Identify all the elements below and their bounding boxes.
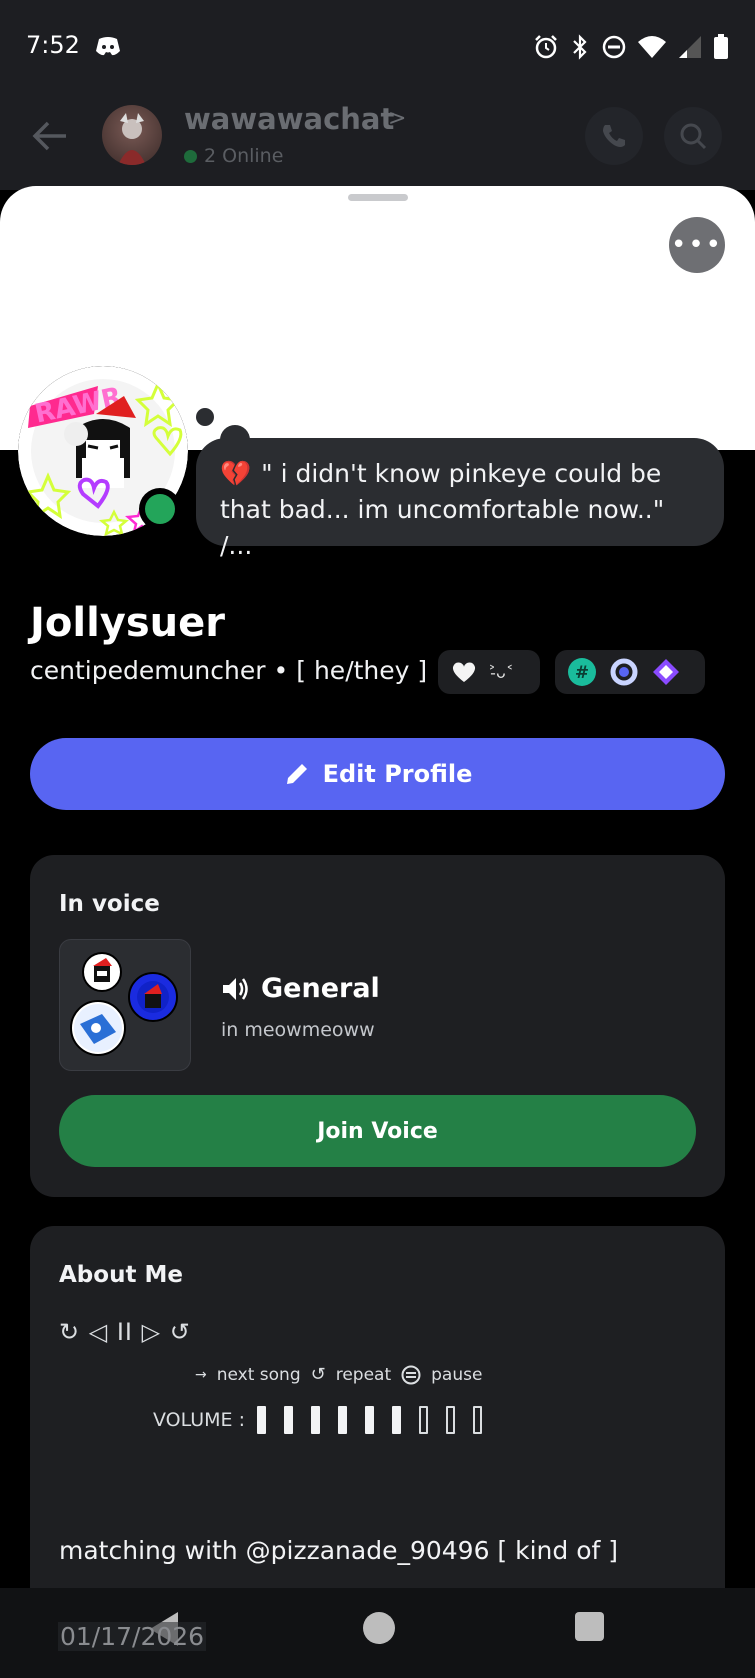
participant-avatar xyxy=(82,952,122,992)
server-tag-text: ˃̵ᴗ˂ xyxy=(488,662,514,682)
online-count: 2 Online xyxy=(184,145,283,167)
quest-badge-icon[interactable] xyxy=(651,657,681,687)
dnd-icon xyxy=(602,35,626,59)
hashtag-badge-icon[interactable]: # xyxy=(567,657,597,687)
pronouns: [ he/they ] xyxy=(296,656,428,685)
volume-bar-empty xyxy=(446,1406,456,1434)
chat-avatar[interactable] xyxy=(102,105,162,165)
volume-bar-empty xyxy=(473,1406,483,1434)
signal-icon xyxy=(679,36,701,58)
search-button[interactable] xyxy=(664,107,722,165)
voice-channel-name: General xyxy=(261,973,380,1004)
volume-row: VOLUME : xyxy=(153,1406,483,1434)
edit-profile-label: Edit Profile xyxy=(322,760,473,788)
volume-bar-filled xyxy=(365,1406,375,1434)
battery-icon xyxy=(714,34,728,59)
status-time: 7:52 xyxy=(26,31,80,59)
volume-bar-filled xyxy=(392,1406,402,1434)
custom-status-text: " i didn't know pinkeye could be that ba… xyxy=(220,459,665,560)
more-options-button[interactable]: ••• xyxy=(669,217,725,273)
wifi-icon xyxy=(638,36,666,58)
volume-bar-empty xyxy=(419,1406,429,1434)
participant-avatar xyxy=(70,1000,126,1056)
pencil-icon xyxy=(286,764,307,784)
chat-header: wawawachat > 2 Online xyxy=(0,90,755,190)
arrow-right-icon: → xyxy=(195,1366,207,1383)
discord-icon xyxy=(96,37,120,56)
voice-participants[interactable] xyxy=(59,939,191,1071)
legend-next: next song xyxy=(216,1364,301,1385)
about-me-text: matching with @pizzanade_90496 [ kind of… xyxy=(59,1536,619,1565)
chevron-right-icon[interactable]: > xyxy=(388,106,406,131)
player-legend: → next song ↺ repeat pause xyxy=(195,1364,482,1385)
phone-icon xyxy=(603,125,625,147)
back-arrow-icon[interactable] xyxy=(30,116,70,156)
volume-bars xyxy=(257,1406,483,1434)
username: centipedemuncher xyxy=(30,656,266,685)
username-row: centipedemuncher • [ he/they ] xyxy=(30,656,427,685)
online-dot-icon xyxy=(184,149,197,163)
drag-handle[interactable] xyxy=(348,194,408,201)
server-tag[interactable]: ˃̵ᴗ˂ xyxy=(438,650,540,694)
voice-channel[interactable]: General xyxy=(221,973,380,1004)
nav-home-icon[interactable] xyxy=(363,1612,395,1644)
nitro-badge-icon[interactable] xyxy=(607,657,641,687)
speaker-icon xyxy=(223,977,248,1000)
pause-circle-icon xyxy=(401,1365,421,1384)
legend-pause: pause xyxy=(431,1364,483,1385)
ellipsis-icon: ••• xyxy=(670,230,723,260)
volume-bar-filled xyxy=(257,1406,267,1434)
in-voice-card: In voice General in meowmeoww Join Voice xyxy=(30,855,725,1197)
call-button[interactable] xyxy=(585,107,643,165)
voice-server-name: in meowmeoww xyxy=(221,1019,375,1041)
online-count-label: 2 Online xyxy=(204,145,284,167)
volume-bar-filled xyxy=(311,1406,321,1434)
nav-recents-icon[interactable] xyxy=(575,1612,604,1641)
legend-repeat: repeat xyxy=(335,1364,392,1385)
badges: # xyxy=(555,650,705,694)
player-controls: ↻ ◁ II ▷ ↺ xyxy=(59,1318,191,1346)
thought-dot xyxy=(196,408,214,426)
status-bar: 7:52 xyxy=(0,0,755,90)
profile-sheet: ••• RAWR 💔 " i didn't know pinkeye could … xyxy=(0,186,755,1678)
participant-avatar xyxy=(128,972,178,1022)
alarm-icon xyxy=(535,35,557,59)
volume-bar-filled xyxy=(338,1406,348,1434)
about-me-title: About Me xyxy=(59,1262,183,1288)
svg-text:#: # xyxy=(575,663,589,683)
join-voice-button[interactable]: Join Voice xyxy=(59,1095,696,1167)
in-voice-title: In voice xyxy=(59,891,160,917)
status-icons xyxy=(533,30,729,64)
date-overlay: 01/17/2026 xyxy=(58,1622,207,1651)
white-heart-icon xyxy=(452,662,476,682)
volume-label: VOLUME : xyxy=(153,1409,246,1431)
display-name: Jollysuer xyxy=(30,600,225,646)
bluetooth-icon xyxy=(573,34,587,60)
edit-profile-button[interactable]: Edit Profile xyxy=(30,738,725,810)
volume-bar-filled xyxy=(284,1406,294,1434)
repeat-icon: ↺ xyxy=(310,1364,326,1385)
separator-dot: • xyxy=(273,656,289,685)
chat-title[interactable]: wawawachat xyxy=(184,102,394,136)
broken-heart-icon: 💔 xyxy=(220,459,252,488)
online-status-icon xyxy=(139,488,181,530)
search-icon xyxy=(680,123,707,150)
custom-status-bubble[interactable]: 💔 " i didn't know pinkeye could be that b… xyxy=(196,438,724,560)
